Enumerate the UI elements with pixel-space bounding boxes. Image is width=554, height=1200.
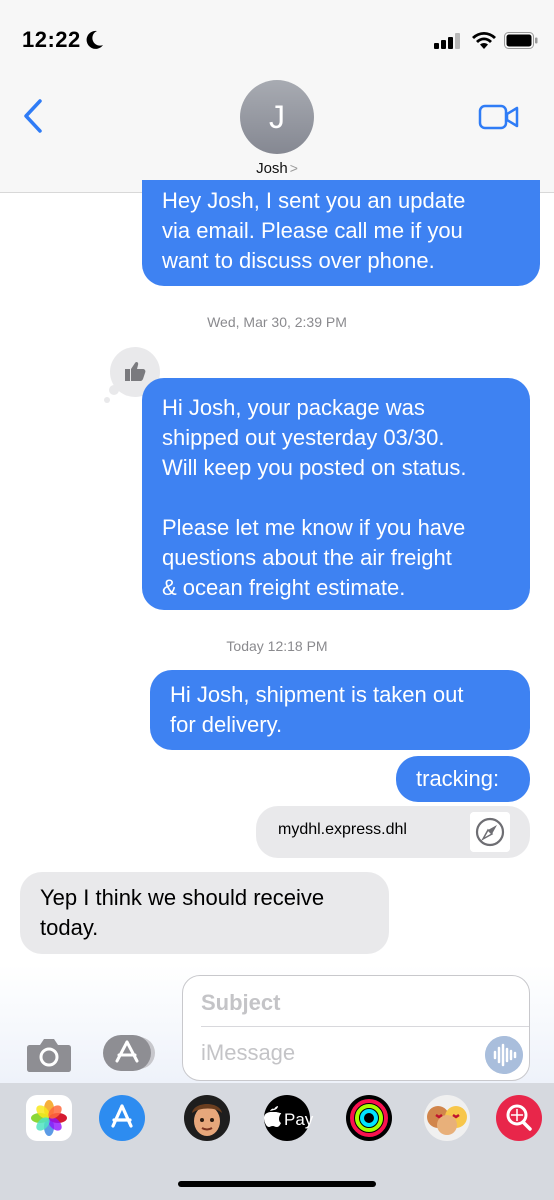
- link-preview-url: mydhl.express.dhl: [278, 821, 407, 838]
- status-bar: 12:22: [0, 0, 554, 80]
- message-timestamp: Wed, Mar 30, 2:39 PM: [207, 314, 347, 330]
- photos-app-icon[interactable]: [26, 1095, 72, 1141]
- message-input[interactable]: iMessage: [201, 1040, 295, 1066]
- sent-message-bubble[interactable]: tracking:: [396, 756, 530, 802]
- animoji-icon[interactable]: [418, 1095, 476, 1141]
- home-indicator[interactable]: [178, 1181, 376, 1187]
- app-store-drawer-icon[interactable]: [103, 1035, 157, 1071]
- conversation-header: J Josh >: [0, 80, 554, 193]
- battery-icon: [504, 32, 538, 49]
- link-preview[interactable]: mydhl.express.dhl: [256, 806, 530, 858]
- contact-name-button[interactable]: Josh >: [0, 160, 554, 177]
- facetime-video-icon[interactable]: [478, 102, 520, 132]
- field-divider: [201, 1026, 529, 1027]
- activity-rings-icon[interactable]: [340, 1095, 398, 1141]
- message-timestamp: Today 12:18 PM: [226, 638, 328, 654]
- status-time: 12:22: [22, 27, 81, 52]
- contact-chevron-icon: >: [289, 160, 298, 176]
- apple-pay-icon[interactable]: Pay: [258, 1095, 316, 1141]
- safari-compass-icon: [470, 812, 510, 852]
- cellular-signal-icon: [434, 33, 460, 49]
- image-search-icon[interactable]: [496, 1095, 542, 1141]
- audio-waveform-icon[interactable]: [485, 1036, 523, 1074]
- sent-message-bubble[interactable]: Hi Josh, your package was shipped out ye…: [142, 378, 530, 610]
- contact-avatar[interactable]: J: [240, 80, 314, 154]
- subject-input[interactable]: Subject: [201, 990, 280, 1016]
- wifi-icon: [472, 32, 496, 49]
- sent-message-bubble[interactable]: Hey Josh, I sent you an update via email…: [142, 180, 540, 286]
- imessage-app-drawer: Pay: [0, 1083, 554, 1200]
- contact-name: Josh: [256, 160, 288, 177]
- back-chevron-icon[interactable]: [22, 98, 44, 134]
- camera-icon[interactable]: [26, 1037, 72, 1073]
- app-store-icon[interactable]: [99, 1095, 145, 1141]
- received-message-bubble[interactable]: Yep I think we should receive today.: [20, 872, 389, 954]
- sent-message-bubble[interactable]: Hi Josh, shipment is taken out for deliv…: [150, 670, 530, 750]
- apple-pay-label: Pay: [284, 1110, 314, 1129]
- memoji-icon[interactable]: [178, 1095, 236, 1141]
- message-input-bar: Subject iMessage: [0, 965, 554, 1083]
- do-not-disturb-moon-icon: [86, 30, 103, 49]
- imessage-compose-field[interactable]: Subject iMessage: [182, 975, 530, 1081]
